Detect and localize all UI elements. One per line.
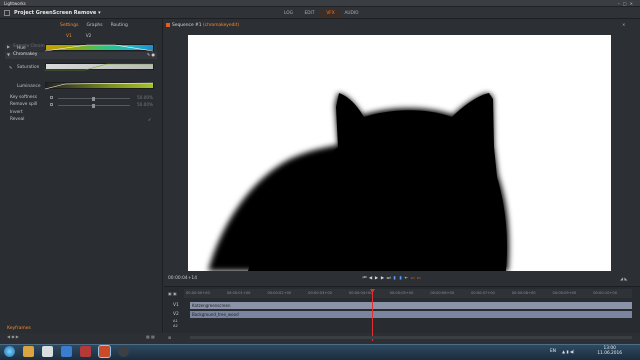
language-indicator[interactable]: EN xyxy=(550,349,556,354)
sequence-color-icon xyxy=(166,23,170,27)
tab-log[interactable]: LOG xyxy=(278,10,299,17)
hue-label: Hue xyxy=(17,46,26,51)
start-icon[interactable] xyxy=(4,346,15,357)
clock[interactable]: 13:00 11.06.2016 xyxy=(597,346,622,356)
track-a2-label[interactable]: A2 xyxy=(173,324,178,328)
sequence-name: Sequence #1 xyxy=(172,23,202,28)
track-a1-label[interactable]: A1 xyxy=(173,319,178,323)
panel-options-icon[interactable]: ▦ ▦ xyxy=(146,334,155,339)
video-track-tabs: V1 V2 xyxy=(66,34,91,39)
pencil-icon[interactable]: ✎ xyxy=(9,65,12,70)
saturation-curve[interactable] xyxy=(45,63,154,75)
expand-icon[interactable]: ▶ xyxy=(7,44,10,49)
viewer-canvas[interactable] xyxy=(188,35,611,271)
keyframes-label[interactable]: Keyframes xyxy=(7,326,31,331)
playhead[interactable] xyxy=(372,292,373,341)
mark-clip-icon[interactable]: ⇤ xyxy=(404,276,409,281)
remove-spill-value: 50.00% xyxy=(137,102,153,107)
vtab-v1[interactable]: V1 xyxy=(66,34,72,39)
reveal-checkbox[interactable]: ✓ xyxy=(148,117,151,122)
subtab-settings[interactable]: Settings xyxy=(60,23,78,28)
vtab-v2[interactable]: V2 xyxy=(86,34,92,39)
subtab-graphs[interactable]: Graphs xyxy=(86,23,102,28)
tab-vfx[interactable]: VFX xyxy=(320,10,341,17)
remove-spill-label: Remove spill xyxy=(10,102,38,107)
invert-label[interactable]: Invert xyxy=(10,110,23,115)
tab-audio[interactable]: AUDIO xyxy=(341,10,362,17)
track-v1-label[interactable]: V1 xyxy=(173,303,179,308)
insert-icon[interactable]: ▭ xyxy=(410,276,415,281)
obs-icon[interactable] xyxy=(118,346,129,357)
project-title[interactable]: Project GreenScreen Remove ▾ xyxy=(14,10,101,16)
window-titlebar: Lightworks –□✕ xyxy=(0,0,640,7)
project-icon[interactable] xyxy=(4,10,10,16)
transport-controls: ⏮ ◀ ▶ ▶ ⏭ ▮ ▮ ⇤ ▭ ▭ xyxy=(362,276,421,281)
chromakey-label: Chromakey xyxy=(13,52,38,57)
timeline-scrollbar[interactable] xyxy=(190,336,632,339)
sequence-subtitle: (chromakeyedit) xyxy=(202,23,240,28)
notepad-icon[interactable] xyxy=(42,346,53,357)
replace-icon[interactable]: ▭ xyxy=(416,276,421,281)
mark-in-icon[interactable]: ▮ xyxy=(392,276,397,281)
media-icon[interactable] xyxy=(61,346,72,357)
key-softness-slider[interactable] xyxy=(58,96,130,101)
ruler-tick: 00:00:06+00 xyxy=(430,291,455,295)
viewer-layout-icon[interactable]: ◢ ◣ xyxy=(620,276,627,281)
step-forward-icon[interactable]: ▶ xyxy=(380,276,385,281)
mode-tabs: LOG EDIT VFX AUDIO xyxy=(278,10,362,17)
ruler-tick: 00:00:10+00 xyxy=(593,291,617,295)
play-icon[interactable]: ▶ xyxy=(374,276,379,281)
app-header: Project GreenScreen Remove ▾ LOG EDIT VF… xyxy=(0,7,640,19)
luminance-label: Luminance xyxy=(17,84,41,89)
luminance-curve[interactable] xyxy=(45,82,154,94)
ruler-tick: 00:00:04+00 xyxy=(348,291,373,295)
ruler-tick: 00:00:02+00 xyxy=(267,291,292,295)
hue-curve[interactable] xyxy=(45,44,154,56)
sequence-title[interactable]: Sequence #1 (chromakeyedit) xyxy=(172,23,239,28)
panel-subtabs: Settings Graphs Routing xyxy=(60,23,128,28)
ruler-tick: 00:00:08+00 xyxy=(511,291,536,295)
window-controls[interactable]: –□✕ xyxy=(618,1,636,6)
keyframe-controls[interactable]: ◀ ◆ ▶ xyxy=(7,334,19,339)
clip-v1[interactable]: Katzengreenscreen xyxy=(190,302,632,309)
tab-edit[interactable]: EDIT xyxy=(299,10,320,17)
clip-v2[interactable]: Background_tree_wood xyxy=(190,311,632,318)
remove-spill-reset[interactable] xyxy=(50,103,53,106)
remove-spill-knob[interactable] xyxy=(92,103,95,108)
tray-icons[interactable]: ▲ ▮ ◀) xyxy=(562,349,574,354)
mark-out-icon[interactable]: ▮ xyxy=(398,276,403,281)
subtab-routing[interactable]: Routing xyxy=(111,23,128,28)
saturation-label: Saturation xyxy=(17,65,40,70)
collapse-icon[interactable]: ▼ xyxy=(7,52,10,57)
ruler-tick: 00:00:05+00 xyxy=(389,291,414,295)
ruler-tick: 00:00:00+00 xyxy=(186,291,210,295)
key-softness-label: Key softness xyxy=(10,95,37,100)
timeline-ruler[interactable]: 00:00:00+00 00:00:01+00 00:00:02+00 00:00:0… xyxy=(184,289,632,298)
ruler-tick: 00:00:01+00 xyxy=(226,291,251,295)
step-back-icon[interactable]: ◀ xyxy=(368,276,373,281)
explorer-icon[interactable] xyxy=(23,346,34,357)
track-v2-label[interactable]: V2 xyxy=(173,312,179,317)
go-start-icon[interactable]: ⏮ xyxy=(362,276,367,281)
key-softness-value: 50.00% xyxy=(137,95,153,100)
lightworks-icon[interactable] xyxy=(98,345,111,358)
viewer-close-icon[interactable]: ✕ xyxy=(622,22,625,27)
clock-date: 11.06.2016 xyxy=(597,351,622,356)
key-softness-knob[interactable] xyxy=(92,96,95,101)
window-title: Lightworks xyxy=(4,1,26,6)
timeline-tools-icon[interactable]: ▣ ▣ xyxy=(168,291,177,296)
ruler-tick: 00:00:07+00 xyxy=(471,291,495,295)
app-icon[interactable] xyxy=(80,346,91,357)
timeline-zoom-icon[interactable]: ⊞ xyxy=(168,335,171,340)
go-end-icon[interactable]: ⏭ xyxy=(386,276,391,281)
ruler-tick: 00:00:09+00 xyxy=(552,291,577,295)
taskbar-apps xyxy=(4,345,129,358)
reveal-label[interactable]: Reveal xyxy=(10,117,24,122)
remove-spill-slider[interactable] xyxy=(58,103,130,108)
key-softness-reset[interactable] xyxy=(50,96,53,99)
viewer-timecode[interactable]: 00:00:04+14 xyxy=(168,276,197,281)
ruler-tick: 00:00:03+00 xyxy=(308,291,332,295)
matte-image xyxy=(208,93,509,271)
